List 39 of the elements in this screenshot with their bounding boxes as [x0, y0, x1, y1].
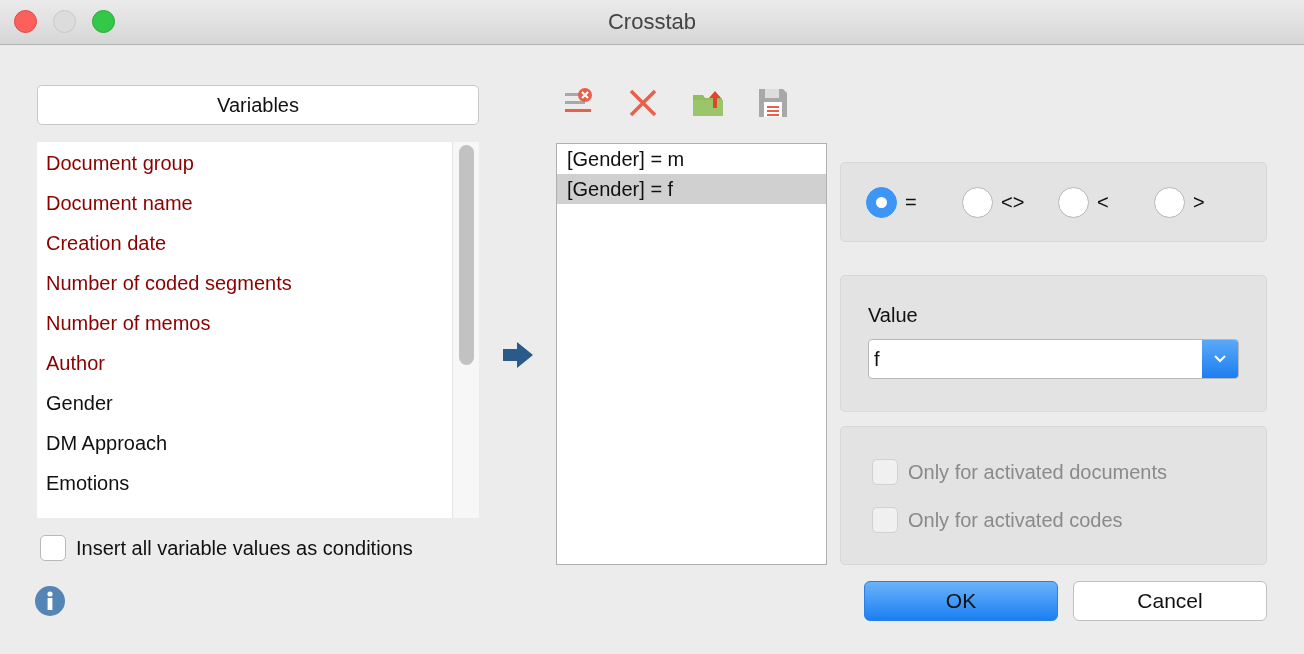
checkbox-label: Only for activated documents — [908, 460, 1167, 484]
close-window-button[interactable] — [14, 10, 37, 33]
operator-label: > — [1193, 190, 1205, 214]
scrollbar-thumb[interactable] — [458, 145, 474, 365]
scrollbar[interactable] — [452, 142, 479, 518]
value-label: Value — [868, 304, 919, 327]
condition-item[interactable]: [Gender] = f — [557, 174, 826, 204]
checkbox[interactable] — [40, 535, 66, 561]
operator-label: < — [1097, 190, 1109, 214]
variable-item[interactable]: Emotions — [37, 469, 452, 509]
delete-icon[interactable] — [628, 88, 658, 118]
variable-item[interactable]: Author — [37, 349, 452, 389]
variable-item[interactable]: Document group — [37, 149, 452, 189]
variable-item[interactable]: Number of coded segments — [37, 269, 452, 309]
value-combobox[interactable]: f — [868, 339, 1239, 379]
minimize-window-button[interactable] — [53, 10, 76, 33]
info-icon[interactable] — [35, 586, 65, 616]
variable-item[interactable]: Document name — [37, 189, 452, 229]
cancel-button[interactable]: Cancel — [1073, 581, 1267, 621]
condition-item[interactable]: [Gender] = m — [557, 144, 826, 174]
save-icon[interactable] — [758, 88, 788, 118]
variable-item[interactable]: Number of memos — [37, 309, 452, 349]
operator-label: = — [905, 190, 917, 214]
operator-label: <> — [1001, 190, 1025, 214]
variable-item[interactable]: Creation date — [37, 229, 452, 269]
window-title: Crosstab — [607, 9, 696, 35]
variable-item[interactable]: DM Approach — [37, 429, 452, 469]
variables-header[interactable]: Variables — [37, 85, 479, 125]
checkbox-label: Insert all variable values as conditions — [76, 536, 413, 560]
zoom-window-button[interactable] — [92, 10, 115, 33]
right-arrow-icon[interactable] — [502, 342, 533, 368]
chevron-down-icon — [1214, 355, 1226, 363]
radio-button[interactable] — [962, 186, 993, 218]
radio-button[interactable] — [866, 186, 897, 218]
checkbox-label: Only for activated codes — [908, 508, 1123, 532]
ok-button[interactable]: OK — [864, 581, 1058, 621]
radio-button[interactable] — [1058, 186, 1089, 218]
radio-button[interactable] — [1154, 186, 1185, 218]
variable-item[interactable]: Gender — [37, 389, 452, 429]
